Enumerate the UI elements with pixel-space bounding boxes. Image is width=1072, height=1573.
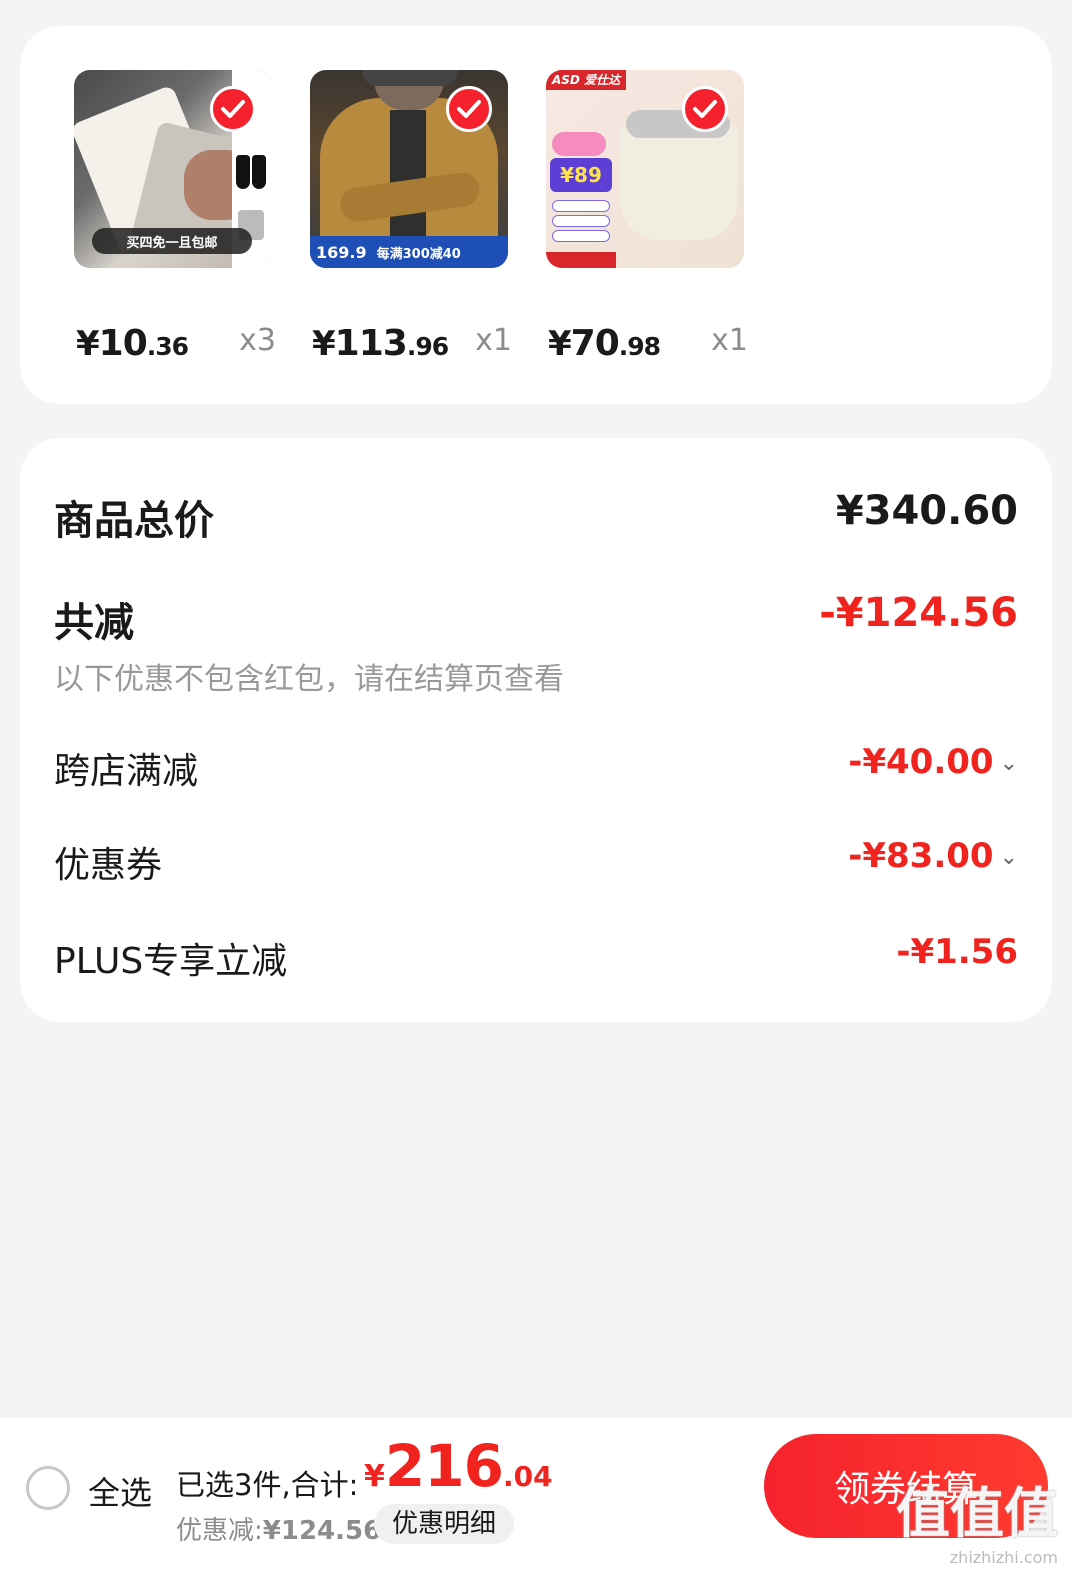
price-summary-card: 商品总价 ¥340.60 共减 -¥124.56 以下优惠不包含红包，请在结算页… — [20, 438, 1052, 1022]
checked-icon[interactable] — [210, 86, 256, 132]
coupon-discount-row[interactable]: 优惠券 -¥83.00 ⌄ — [54, 836, 1018, 886]
coupon-discount-value[interactable]: -¥83.00 ⌄ — [848, 836, 1018, 876]
product-item-electric-pot[interactable]: ASD 爱仕达 ¥89 ¥70.98 x1 — [546, 70, 748, 364]
total-price-label: 商品总价 — [54, 498, 214, 544]
select-all-radio[interactable] — [26, 1466, 70, 1510]
promo-price-tag: ¥89 — [550, 158, 612, 192]
chevron-down-icon[interactable]: ⌄ — [1000, 845, 1018, 870]
product-quantity: x1 — [475, 323, 512, 358]
product-item-jacket[interactable]: 169.9 每满300减40 ¥113.96 x1 — [310, 70, 512, 364]
watermark: 值值值 zhizhizhi.com — [896, 1469, 1058, 1567]
coupon-discount-label: 优惠券 — [54, 845, 163, 886]
plus-discount-row: PLUS专享立减 -¥1.56 — [54, 932, 1018, 982]
discount-detail-button[interactable]: 优惠明细 — [374, 1504, 515, 1544]
checked-icon[interactable] — [682, 86, 728, 132]
watermark-logo: 值值值 — [896, 1482, 1058, 1545]
discount-hint: 以下优惠不包含红包，请在结算页查看 — [54, 662, 564, 697]
product-banner: 169.9 每满300减40 — [310, 236, 508, 268]
selected-count-label: 已选3件,合计: — [176, 1468, 359, 1502]
chevron-down-icon[interactable]: ⌄ — [1000, 751, 1018, 776]
price-row: ¥113.96 x1 — [312, 323, 512, 364]
cross-store-discount-row[interactable]: 跨店满减 -¥40.00 ⌄ — [54, 742, 1018, 792]
product-price: ¥10.36 — [76, 323, 189, 364]
selected-products-card: 买四免一且包邮 ¥10.36 x3 169.9 每满300减40 ¥113.96… — [20, 26, 1052, 404]
discount-hint-row: 以下优惠不包含红包，请在结算页查看 — [54, 654, 1018, 697]
watermark-url: zhizhizhi.com — [949, 1548, 1058, 1567]
product-thumbnail[interactable]: 169.9 每满300减40 — [310, 70, 508, 268]
checkout-bar: 全选 已选3件,合计: ¥216.04 优惠减:¥124.56 优惠明细 领券结… — [0, 1418, 1072, 1573]
product-price: ¥70.98 — [548, 323, 661, 364]
product-quantity: x1 — [711, 323, 748, 358]
discount-summary: 优惠减:¥124.56 — [176, 1516, 382, 1546]
total-reduce-value: -¥124.56 — [819, 590, 1018, 636]
product-banner: 买四免一且包邮 — [92, 228, 252, 254]
product-thumbnail[interactable]: ASD 爱仕达 ¥89 — [546, 70, 744, 268]
cross-store-discount-value[interactable]: -¥40.00 ⌄ — [848, 742, 1018, 782]
total-reduce-label: 共减 — [54, 600, 134, 646]
product-thumbnail[interactable]: 买四免一且包邮 — [74, 70, 272, 268]
checked-icon[interactable] — [446, 86, 492, 132]
total-payable: ¥216.04 — [364, 1432, 553, 1500]
price-row: ¥70.98 x1 — [548, 323, 748, 364]
total-price-value: ¥340.60 — [835, 488, 1018, 534]
plus-discount-value: -¥1.56 — [896, 932, 1018, 972]
total-price-row: 商品总价 ¥340.60 — [54, 488, 1018, 544]
product-item-socks[interactable]: 买四免一且包邮 ¥10.36 x3 — [74, 70, 276, 364]
total-reduce-row: 共减 -¥124.56 — [54, 590, 1018, 646]
cross-store-discount-label: 跨店满减 — [54, 751, 199, 792]
product-price: ¥113.96 — [312, 323, 449, 364]
brand-logo: ASD 爱仕达 — [546, 70, 626, 90]
product-quantity: x3 — [239, 323, 276, 358]
price-row: ¥10.36 x3 — [76, 323, 276, 364]
select-all-label[interactable]: 全选 — [88, 1468, 152, 1514]
plus-discount-label: PLUS专享立减 — [54, 941, 288, 982]
